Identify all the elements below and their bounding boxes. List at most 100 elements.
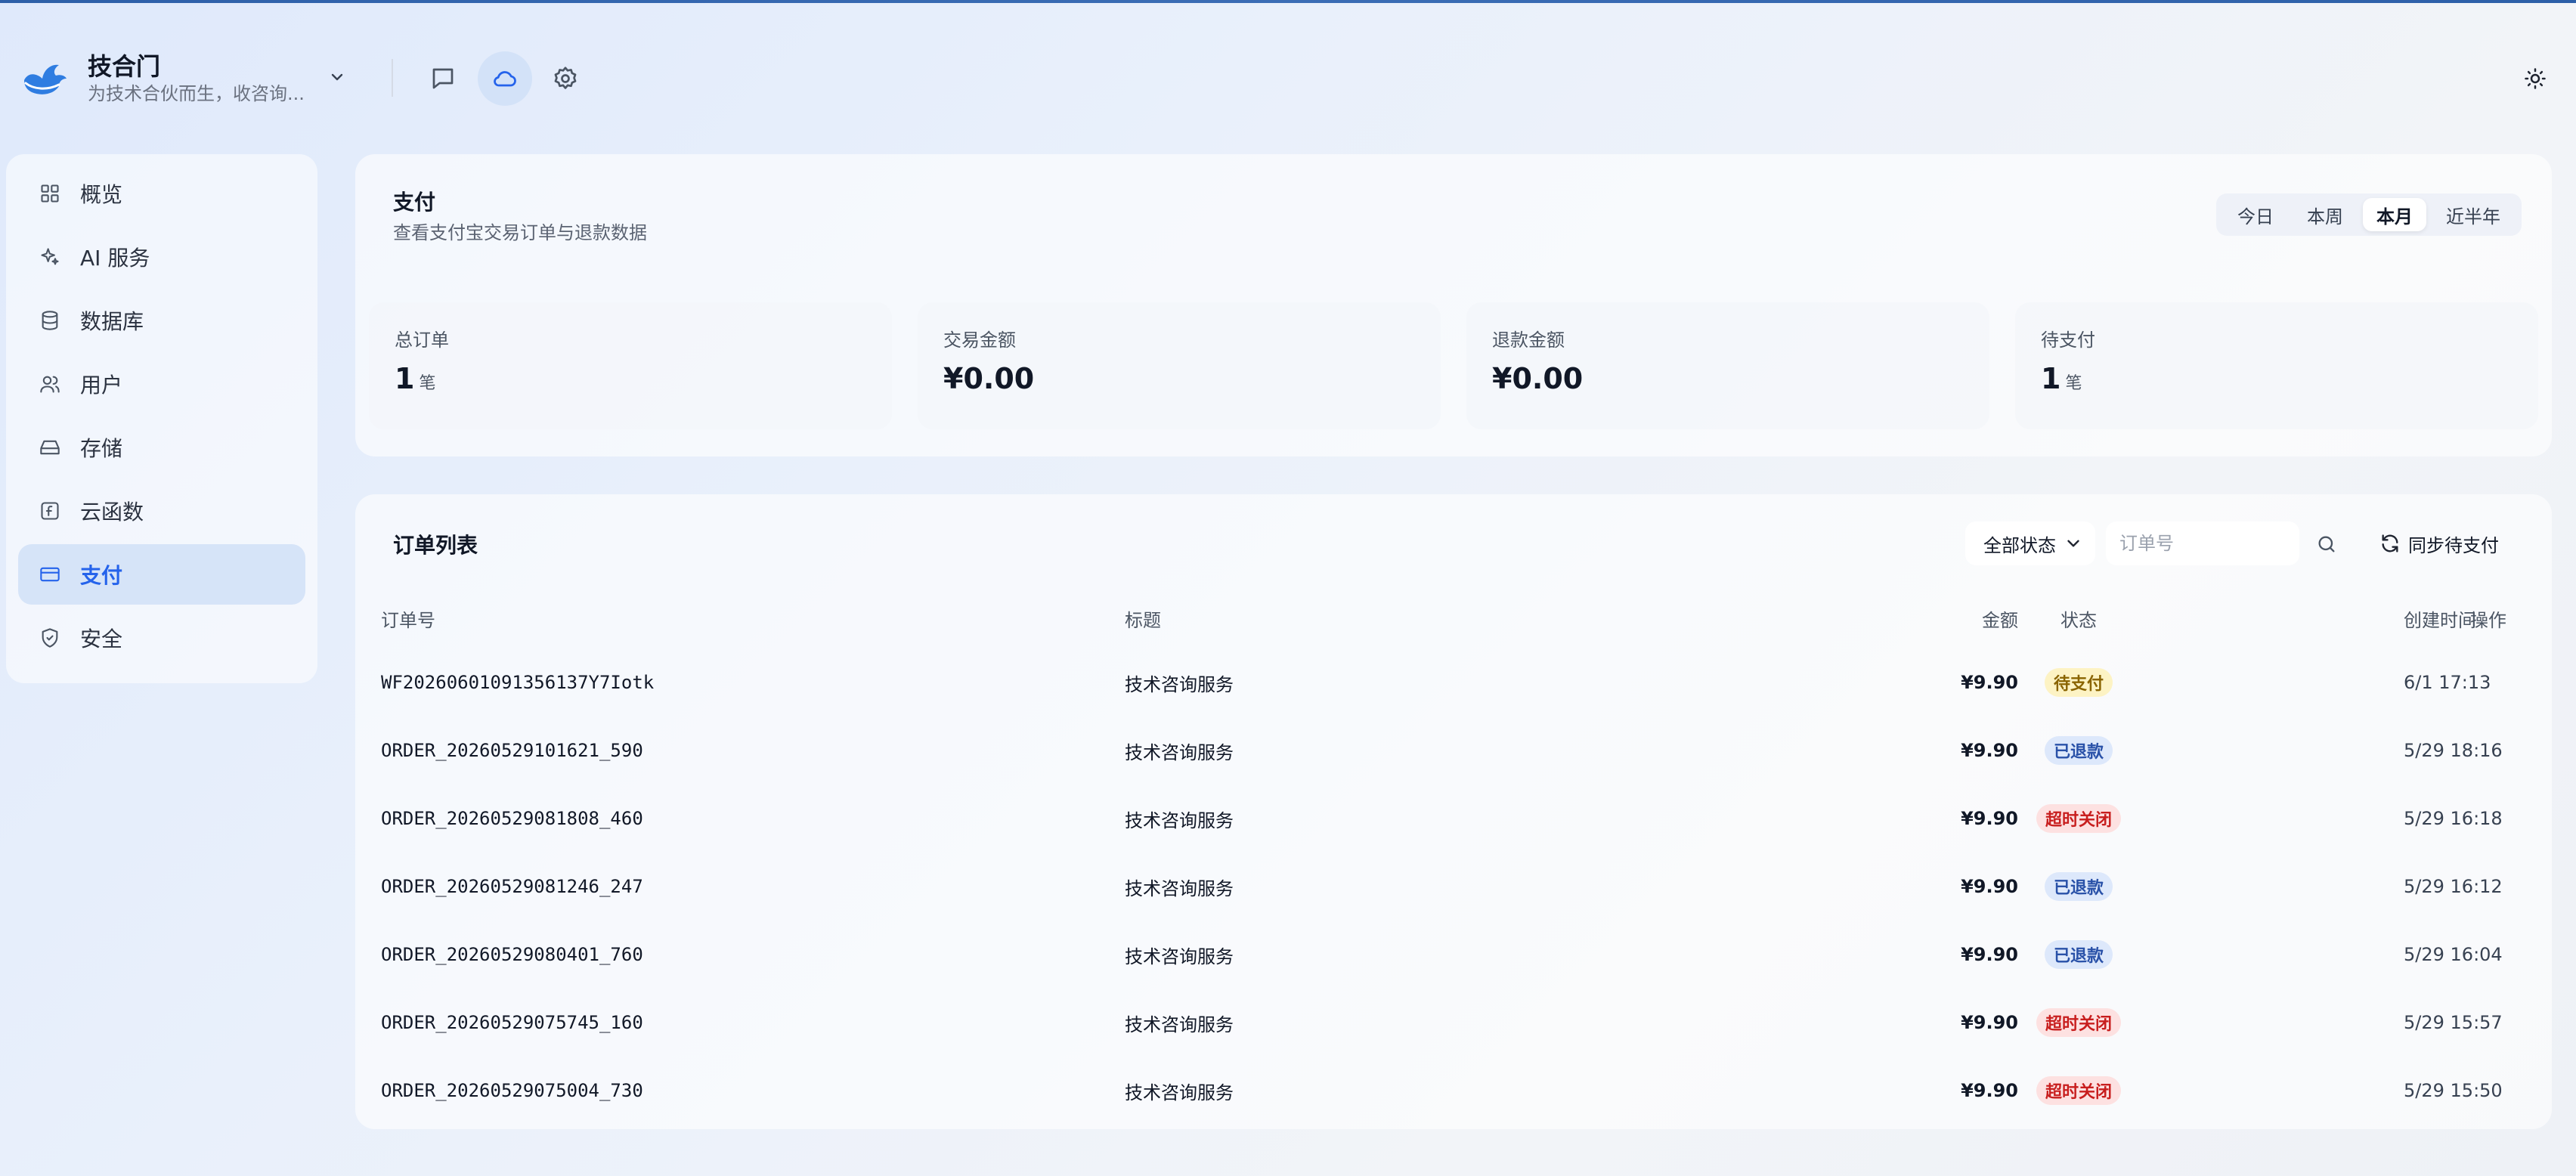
order-id: ORDER_20260529081808_460 xyxy=(381,808,643,829)
order-amount: ¥9.90 xyxy=(1961,876,2018,897)
stat-value: 1 xyxy=(2041,362,2061,395)
sidebar-item-security[interactable]: 安全 xyxy=(18,608,305,668)
order-amount: ¥9.90 xyxy=(1961,808,2018,829)
gear-icon xyxy=(554,67,577,89)
search-icon xyxy=(2318,536,2335,552)
order-created: 5/29 16:04 xyxy=(2404,944,2503,965)
theme-toggle-button[interactable] xyxy=(2517,60,2553,97)
range-this-week[interactable]: 本周 xyxy=(2293,198,2357,231)
grid-icon xyxy=(38,181,62,206)
range-half-year[interactable]: 近半年 xyxy=(2432,198,2514,231)
database-icon xyxy=(38,308,62,333)
search-button[interactable] xyxy=(2313,531,2340,558)
table-row[interactable]: ORDER_20260529075004_730 技术咨询服务 ¥9.90 超时… xyxy=(355,1057,2552,1125)
sidebar-item-label: 数据库 xyxy=(80,309,144,334)
orders-table-header: 订单号 标题 金额 状态 创建时间 操作 xyxy=(355,588,2552,648)
table-row[interactable]: WF20260601091356137Y7Iotk 技术咨询服务 ¥9.90 待… xyxy=(355,648,2552,716)
col-actions: 操作 xyxy=(2470,609,2506,631)
sync-pending-button[interactable]: 同步待支付 xyxy=(2366,521,2513,565)
sidebar-item-users[interactable]: 用户 xyxy=(18,354,305,414)
stat-label: 待支付 xyxy=(2041,330,2095,351)
function-icon xyxy=(38,499,62,523)
sidebar-item-label: 存储 xyxy=(80,436,123,461)
order-created: 6/1 17:13 xyxy=(2404,672,2491,693)
project-switcher-button[interactable] xyxy=(325,65,349,89)
chevron-down-icon xyxy=(331,73,343,81)
stats-row: 总订单 1 笔 交易金额 ¥0.00 退款金额 ¥0.00 待支付 1 笔 xyxy=(369,302,2538,429)
page-subtitle: 查看支付宝交易订单与退款数据 xyxy=(393,222,647,243)
order-created: 5/29 15:50 xyxy=(2404,1080,2503,1101)
sidebar-item-database[interactable]: 数据库 xyxy=(18,290,305,351)
stat-unit: 笔 xyxy=(419,374,436,393)
sidebar-item-overview[interactable]: 概览 xyxy=(18,163,305,224)
sync-pending-label: 同步待支付 xyxy=(2408,534,2499,556)
order-created: 5/29 15:57 xyxy=(2404,1012,2503,1033)
stat-transaction-amount: 交易金额 ¥0.00 xyxy=(918,302,1441,429)
stat-total-orders: 总订单 1 笔 xyxy=(369,302,892,429)
order-id: ORDER_20260529101621_590 xyxy=(381,740,643,761)
brand[interactable]: 技合门 为技术合伙而生，收咨询... xyxy=(21,48,305,109)
stat-label: 交易金额 xyxy=(943,330,1016,351)
order-amount: ¥9.90 xyxy=(1961,672,2018,693)
status-filter-select[interactable]: 全部状态 xyxy=(1965,521,2095,565)
sidebar-item-cloud-function[interactable]: 云函数 xyxy=(18,481,305,541)
order-amount: ¥9.90 xyxy=(1961,1012,2018,1033)
brand-subtitle: 为技术合伙而生，收咨询... xyxy=(88,83,305,104)
order-id: ORDER_20260529081246_247 xyxy=(381,876,643,897)
sidebar-item-storage[interactable]: 存储 xyxy=(18,417,305,478)
stat-value: ¥0.00 xyxy=(943,362,1035,395)
order-title: 技术咨询服务 xyxy=(1125,809,1234,831)
table-row[interactable]: ORDER_20260529101621_590 技术咨询服务 ¥9.90 已退… xyxy=(355,716,2552,785)
messages-button[interactable] xyxy=(416,51,470,106)
stat-value: 1 xyxy=(395,362,415,395)
page-title: 支付 xyxy=(393,190,436,215)
status-filter-value: 全部状态 xyxy=(1983,534,2056,556)
order-amount: ¥9.90 xyxy=(1961,944,2018,965)
hard-drive-icon xyxy=(38,435,62,460)
settings-button[interactable] xyxy=(538,51,593,106)
sidebar: 概览 AI 服务 数据库 用户 存储 云函数 支付 安全 xyxy=(6,154,317,683)
sidebar-item-label: 用户 xyxy=(80,373,123,398)
table-row[interactable]: ORDER_20260529080401_760 技术咨询服务 ¥9.90 已退… xyxy=(355,921,2552,989)
credit-card-icon xyxy=(38,562,62,586)
stat-unit: 笔 xyxy=(2065,374,2082,393)
order-title: 技术咨询服务 xyxy=(1125,945,1234,967)
message-square-icon xyxy=(432,68,454,89)
order-id: ORDER_20260529080401_760 xyxy=(381,944,643,965)
brand-name: 技合门 xyxy=(88,52,161,81)
sidebar-item-payment[interactable]: 支付 xyxy=(18,544,305,605)
top-accent-line xyxy=(0,0,2576,3)
orders-title: 订单列表 xyxy=(393,533,478,558)
header-divider xyxy=(392,59,393,97)
time-range-selector: 今日 本周 本月 近半年 xyxy=(2216,193,2522,236)
table-row[interactable]: ORDER_20260529081246_247 技术咨询服务 ¥9.90 已退… xyxy=(355,853,2552,921)
order-created: 5/29 18:16 xyxy=(2404,740,2503,761)
table-row[interactable]: ORDER_20260529081808_460 技术咨询服务 ¥9.90 超时… xyxy=(355,785,2552,853)
users-icon xyxy=(38,372,62,396)
col-title: 标题 xyxy=(1125,609,1161,631)
sidebar-item-label: 概览 xyxy=(80,182,123,207)
stat-refund-amount: 退款金额 ¥0.00 xyxy=(1466,302,1989,429)
col-created: 创建时间 xyxy=(2404,609,2476,631)
order-title: 技术咨询服务 xyxy=(1125,1014,1234,1035)
sidebar-item-ai-service[interactable]: AI 服务 xyxy=(18,227,305,287)
order-title: 技术咨询服务 xyxy=(1125,741,1234,763)
sidebar-item-label: AI 服务 xyxy=(80,246,150,271)
order-search-input[interactable] xyxy=(2106,521,2299,565)
order-title: 技术咨询服务 xyxy=(1125,1082,1234,1103)
range-today[interactable]: 今日 xyxy=(2224,198,2287,231)
order-title: 技术咨询服务 xyxy=(1125,877,1234,899)
order-created: 5/29 16:18 xyxy=(2404,808,2503,829)
payment-summary-panel: 支付 查看支付宝交易订单与退款数据 今日 本周 本月 近半年 总订单 1 笔 交… xyxy=(355,154,2552,456)
refresh-icon xyxy=(2379,533,2401,554)
range-this-month[interactable]: 本月 xyxy=(2363,198,2426,231)
stat-pending-payment: 待支付 1 笔 xyxy=(2015,302,2538,429)
stat-label: 总订单 xyxy=(395,330,449,351)
cloud-button[interactable] xyxy=(478,51,532,106)
table-row[interactable]: ORDER_20260529075745_160 技术咨询服务 ¥9.90 超时… xyxy=(355,989,2552,1057)
sidebar-item-label: 云函数 xyxy=(80,500,144,525)
chevron-down-icon xyxy=(2067,540,2079,547)
sidebar-item-label: 安全 xyxy=(80,627,123,651)
cloud-icon xyxy=(494,71,516,87)
orders-panel: 订单列表 全部状态 同步待支付 订单号 标题 金额 状态 创建时间 操作 WF2… xyxy=(355,494,2552,1129)
